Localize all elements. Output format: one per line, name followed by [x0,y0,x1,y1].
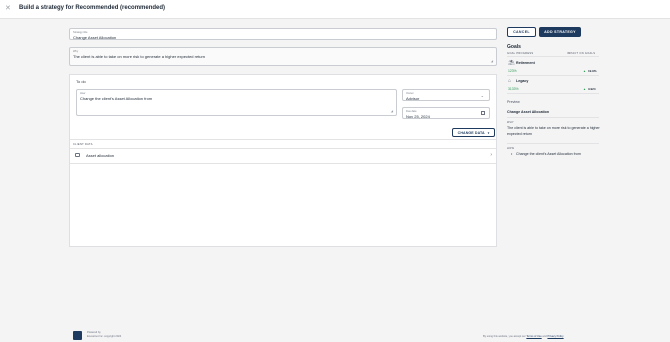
divider [507,93,599,94]
resize-handle-icon[interactable]: ◢ [391,109,393,113]
consent-text: By using this website, you accept our Te… [483,335,564,338]
client-data-label: CLIENT DATA [73,143,93,146]
asset-allocation-row[interactable]: Asset allocation › [70,149,496,163]
how-label: How [80,92,86,95]
goals-title: Goals [507,44,521,50]
goal-progress: 3133% [508,87,519,91]
goal-impact: 3.924 [588,87,596,91]
divider [507,75,599,76]
preview-how-bullet: Change the client's Asset Allocation fro… [516,152,581,156]
arrow-up-icon: ▲ [583,69,586,73]
cancel-label: CANCEL [513,30,530,34]
terms-of-use-link[interactable]: Terms of Use [526,335,541,338]
close-icon[interactable]: ✕ [5,5,11,12]
asset-allocation-icon [75,153,80,157]
preview-how-label: HOW [507,147,515,150]
chevron-right-icon: › [490,152,492,158]
chevron-down-icon[interactable]: ⌄ [481,93,484,98]
divider [70,163,496,164]
goal-progress: 123% [508,69,517,73]
add-strategy-button[interactable]: ADD STRATEGY [539,27,581,37]
todo-card: To do How Change the client's Asset Allo… [69,74,497,247]
how-textarea[interactable]: How Change the client's Asset Allocation… [76,89,397,116]
bullet-icon: • [511,152,513,156]
top-bar: ✕ Build a strategy for Recommended (reco… [0,0,670,19]
preview-why-label: WHY [507,121,514,124]
due-date-field[interactable]: Due date Nov 25, 2024 [402,107,490,119]
envestnet-logo [73,331,82,340]
strategy-title-field[interactable]: Strategy title Change Asset Allocation [69,28,497,40]
cancel-button[interactable]: CANCEL [507,27,536,37]
copyright: Envestnet Inc. copyright 2024 [87,335,122,338]
strategy-title-value: Change Asset Allocation [73,35,117,40]
how-value: Change the client's Asset Allocation fro… [80,96,153,101]
calendar-icon[interactable] [481,111,485,115]
add-strategy-label: ADD STRATEGY [544,30,576,34]
goal-name: Retirement [516,61,535,65]
change-data-label: CHANGE DATA [457,130,485,135]
preview-why-text: The client is able to take on more risk … [507,126,600,136]
powered-by: Powered by [87,331,101,334]
why-label: Why [73,50,79,53]
divider [507,143,599,144]
divider [70,139,496,140]
todo-title: To do [76,79,86,84]
asset-allocation-label: Asset allocation [86,153,115,158]
owner-label: Owner [406,92,414,95]
why-value: The client is able to take on more risk … [73,54,206,59]
why-field[interactable]: Why The client is able to take on more r… [69,47,497,66]
page-title: Build a strategy for Recommended (recomm… [19,5,166,11]
legacy-icon: ⌂ [508,78,512,84]
preview-label: Preview [507,100,520,104]
due-date-value: Nov 25, 2024 [406,114,430,119]
goal-progress-header: GOAL PROGRESS [507,52,534,55]
goal-name: Legacy [516,79,529,83]
privacy-policy-link[interactable]: Privacy Policy [547,335,563,338]
owner-select[interactable]: Owner Advisor ⌄ [402,89,490,101]
resize-handle-icon[interactable]: ◢ [491,59,493,63]
consent-label: By using this website, you accept our [483,335,526,338]
change-data-button[interactable]: CHANGE DATA ▾ [452,128,495,137]
goal-impact: 19.9% [588,69,597,73]
strategy-title-label: Strategy title [73,31,88,34]
preview-title: Change Asset Allocation [507,110,550,114]
due-date-label: Due date [406,110,417,113]
arrow-up-icon: ▲ [583,87,586,91]
owner-value: Advisor [406,96,420,101]
divider [507,117,599,118]
divider [507,56,599,57]
retirement-icon: ⛱ [508,60,515,66]
impact-on-goals-header: IMPACT ON GOALS [567,52,596,55]
chevron-down-icon: ▾ [487,130,490,135]
